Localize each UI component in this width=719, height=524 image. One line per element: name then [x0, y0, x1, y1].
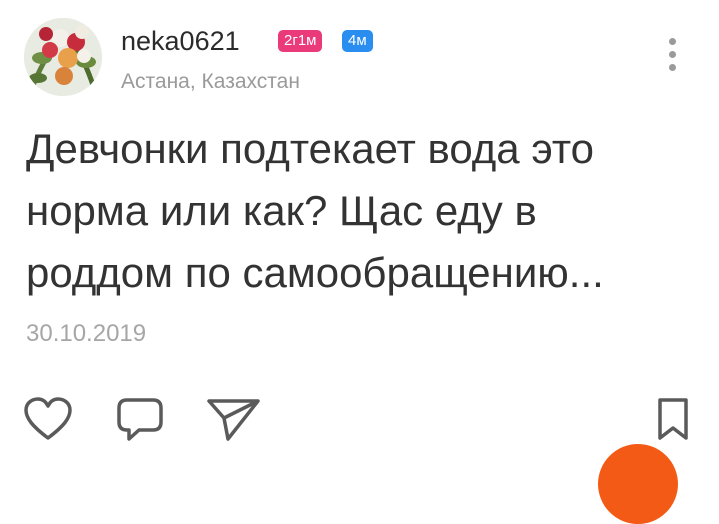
- post-text-line: роддом по самообращению...: [26, 249, 604, 296]
- post-text: Девчонки подтекает вода это норма или ка…: [26, 118, 686, 304]
- author-location: Астана, Казахстан: [121, 70, 300, 93]
- send-icon[interactable]: [206, 396, 262, 444]
- bookmark-icon[interactable]: [656, 396, 690, 444]
- comment-icon[interactable]: [115, 396, 165, 444]
- avatar[interactable]: [24, 18, 102, 96]
- post-text-line: Девчонки подтекает вода это: [26, 125, 594, 172]
- post-date: 30.10.2019: [26, 320, 147, 347]
- post-text-line: норма или как? Щас еду в: [26, 187, 537, 234]
- username[interactable]: neka0621: [121, 26, 240, 57]
- pregnancy-badge: 4м: [342, 30, 373, 52]
- avatar-flowers-image: [24, 18, 102, 96]
- child-age-badge: 2г1м: [278, 30, 323, 52]
- more-vertical-icon[interactable]: [662, 38, 682, 78]
- floating-action-button[interactable]: [598, 444, 678, 524]
- heart-icon[interactable]: [22, 396, 74, 444]
